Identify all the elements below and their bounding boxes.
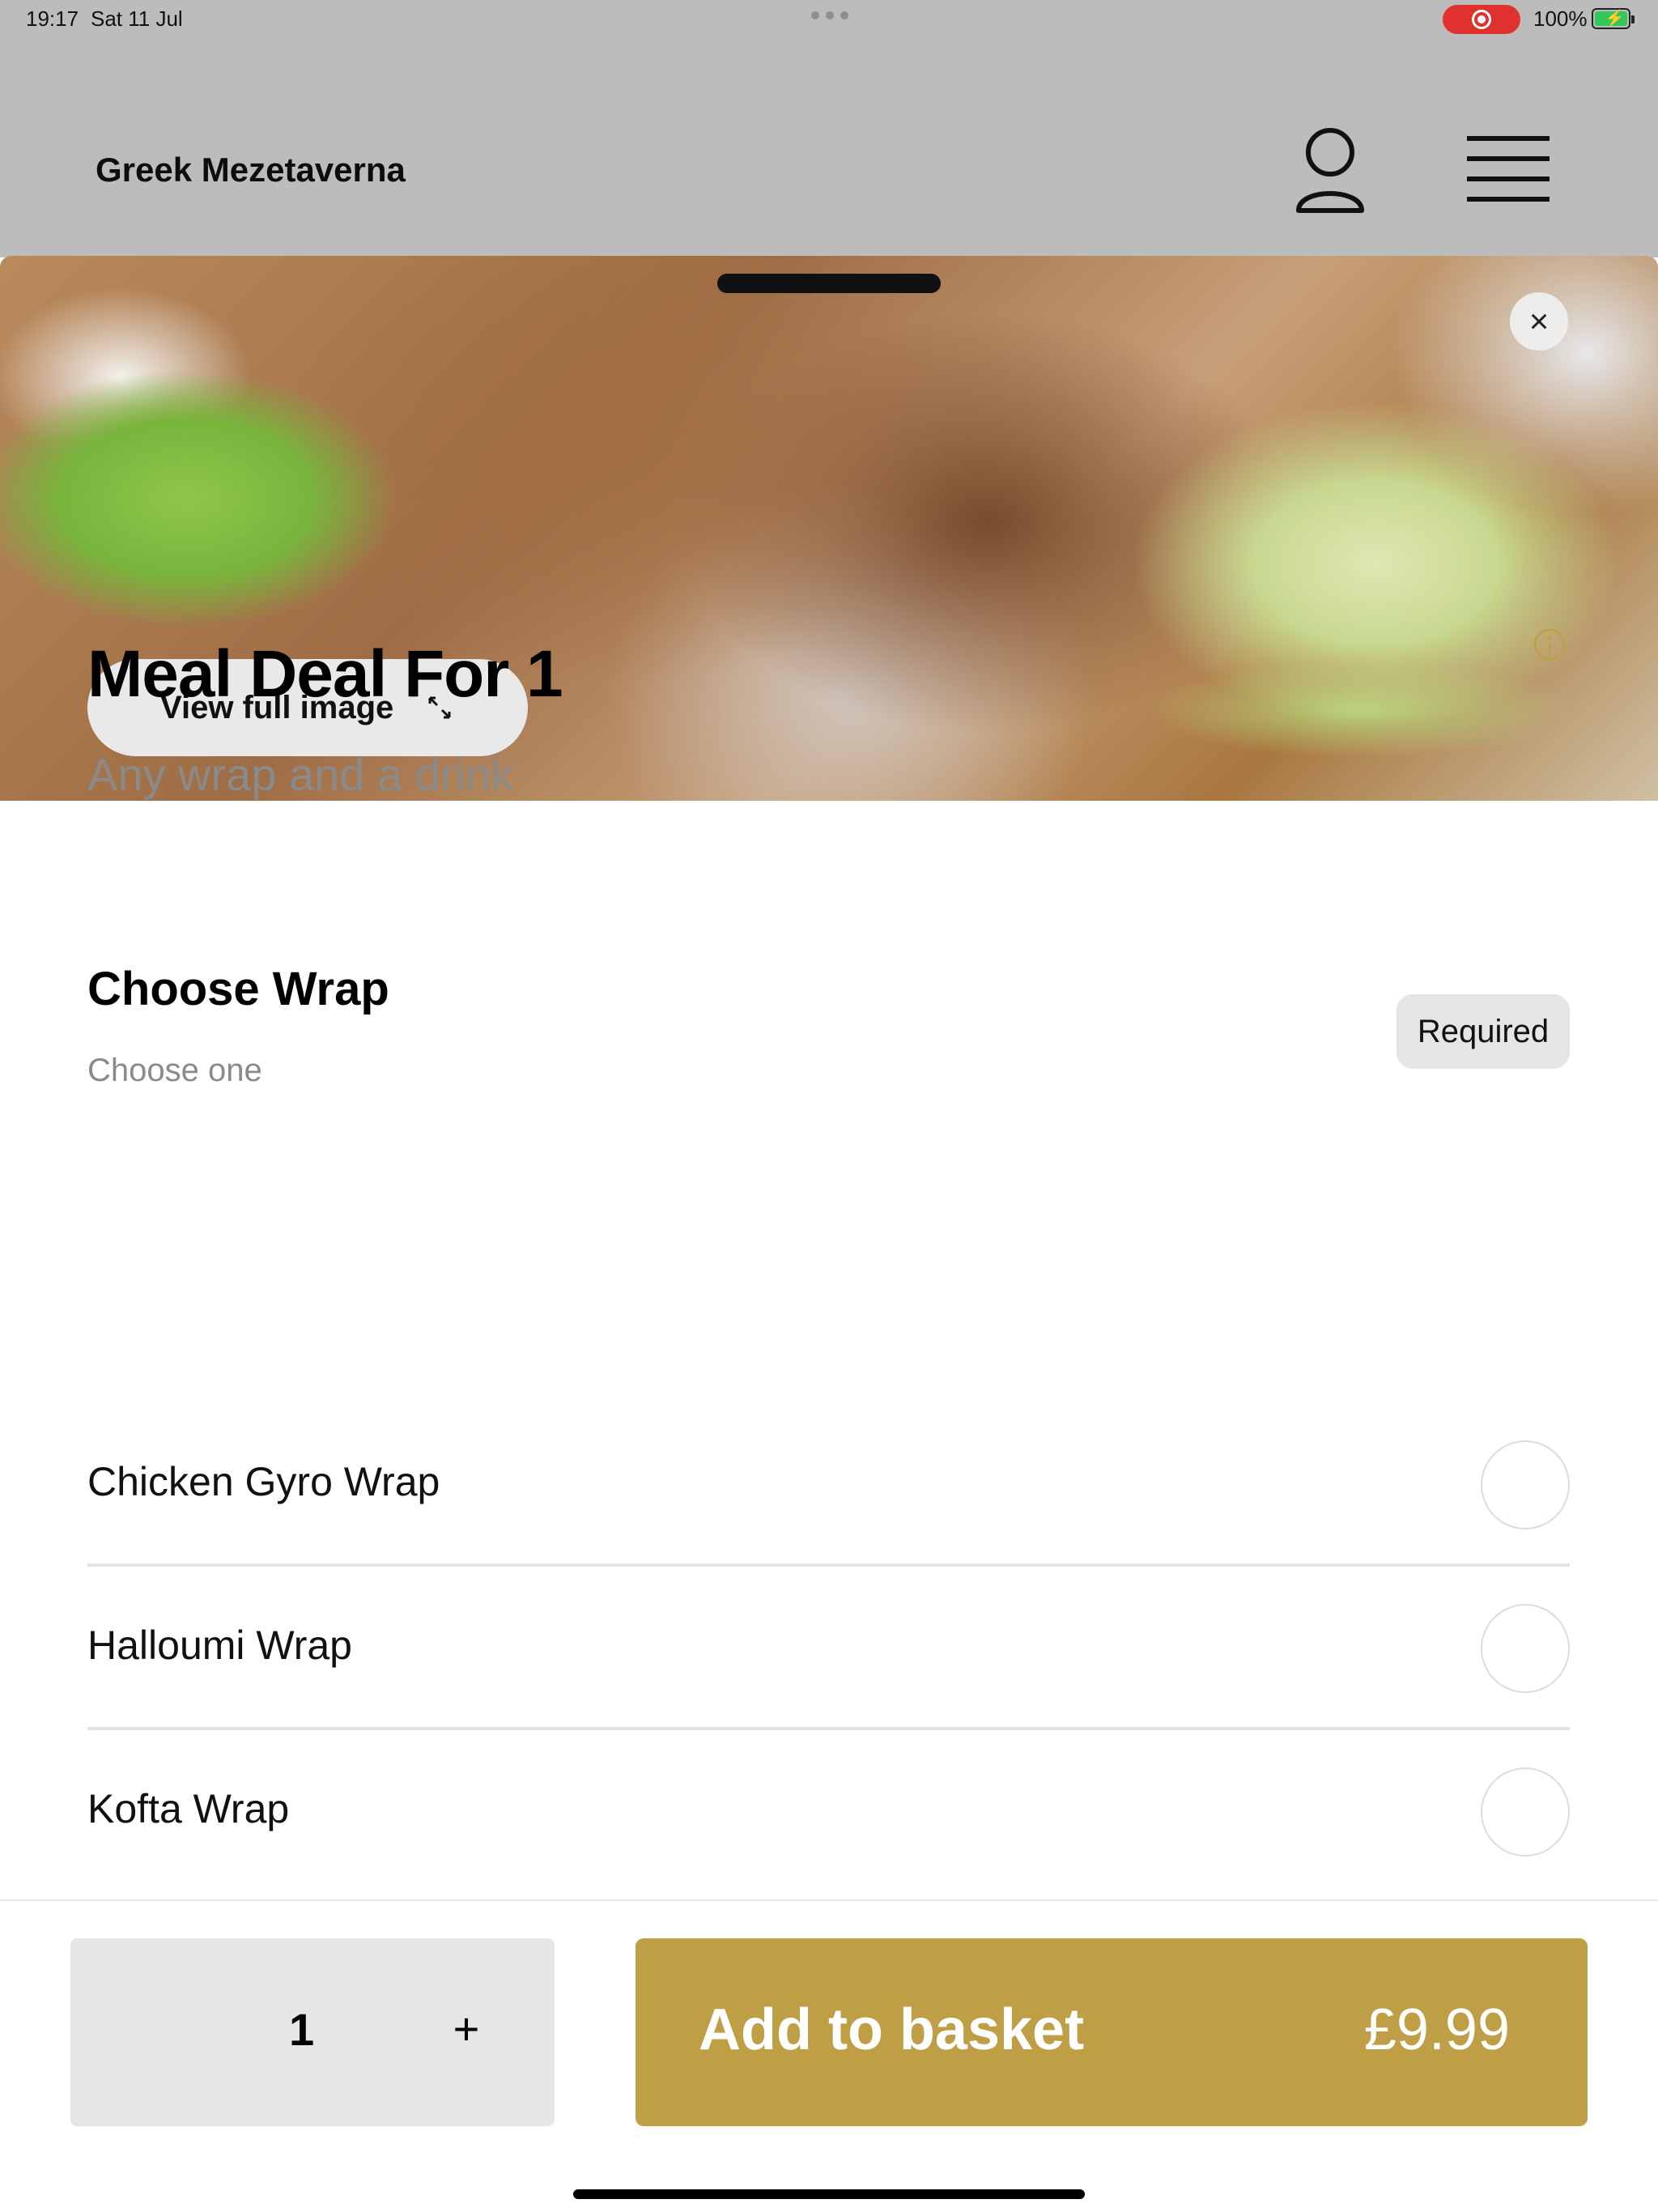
- item-image: × View full image: [0, 256, 1658, 801]
- hamburger-menu-icon[interactable]: [1467, 136, 1550, 206]
- status-bar: 19:17 Sat 11 Jul 100% ⚡: [0, 0, 1658, 39]
- increment-button[interactable]: +: [438, 2000, 495, 2057]
- battery-charging-icon: ⚡: [1592, 8, 1635, 29]
- add-to-basket-button[interactable]: Add to basket £9.99: [636, 1938, 1588, 2126]
- person-icon[interactable]: [1294, 126, 1367, 217]
- multitasking-icon[interactable]: [811, 11, 848, 19]
- item-title: Meal Deal For 1: [87, 637, 563, 711]
- info-icon[interactable]: [1533, 628, 1566, 661]
- item-description: Any wrap and a drink: [87, 749, 514, 800]
- close-button[interactable]: ×: [1510, 292, 1568, 351]
- required-badge: Required: [1397, 994, 1570, 1069]
- section-title: Choose Wrap: [87, 963, 389, 1015]
- background-header: 19:17 Sat 11 Jul 100% ⚡ Greek Mezetavern…: [0, 0, 1658, 257]
- option-radio[interactable]: [1481, 1767, 1570, 1857]
- order-footer: 1 + Add to basket £9.99: [0, 1899, 1658, 2212]
- option-label: Halloumi Wrap: [87, 1623, 352, 1668]
- sheet-grab-handle[interactable]: [717, 274, 941, 293]
- status-time: 19:17: [26, 6, 79, 31]
- close-icon: ×: [1528, 302, 1550, 340]
- option-label: Kofta Wrap: [87, 1786, 290, 1831]
- screen-record-icon: [1443, 5, 1520, 34]
- app-title: Greek Mezetaverna: [96, 151, 406, 189]
- quantity-value: 1: [289, 2004, 315, 2055]
- option-label: Chicken Gyro Wrap: [87, 1459, 440, 1504]
- option-radio[interactable]: [1481, 1440, 1570, 1529]
- option-kofta-wrap[interactable]: Kofta Wrap: [87, 1730, 1570, 1894]
- status-date: Sat 11 Jul: [91, 6, 183, 31]
- section-subtitle: Choose one: [87, 1053, 262, 1088]
- option-halloumi-wrap[interactable]: Halloumi Wrap: [87, 1567, 1570, 1730]
- quantity-stepper: 1 +: [70, 1938, 555, 2126]
- add-to-basket-label: Add to basket: [699, 1997, 1085, 2062]
- price-label: £9.99: [1363, 1997, 1510, 2062]
- battery-percentage: 100%: [1533, 6, 1588, 31]
- home-indicator[interactable]: [573, 2189, 1085, 2199]
- option-chicken-gyro-wrap[interactable]: Chicken Gyro Wrap: [87, 1403, 1570, 1567]
- option-radio[interactable]: [1481, 1604, 1570, 1693]
